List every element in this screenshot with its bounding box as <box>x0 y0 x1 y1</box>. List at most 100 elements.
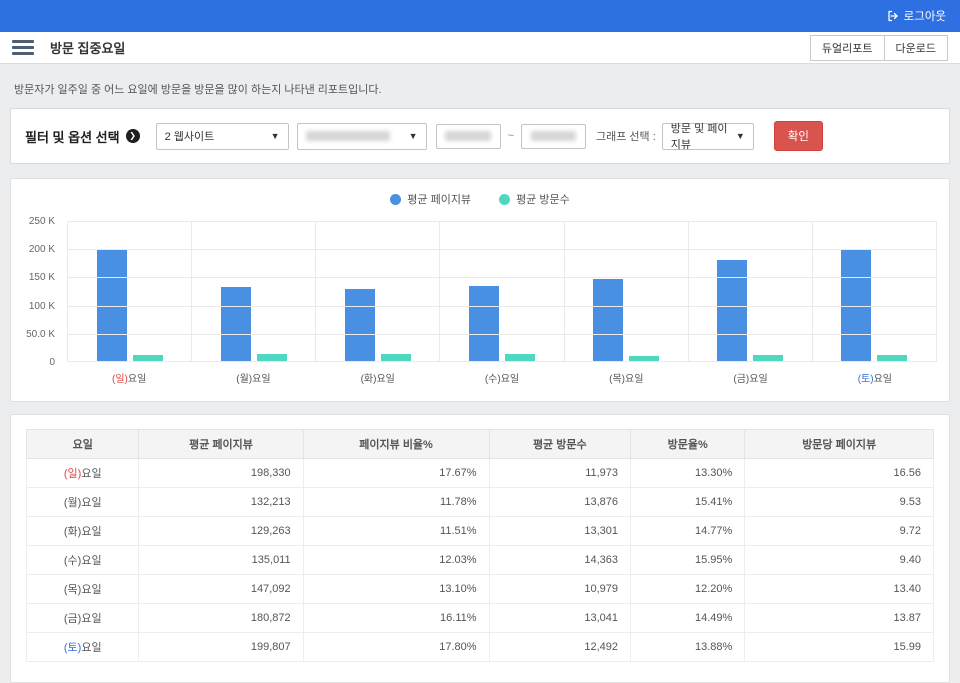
table-row: (토)요일199,80717.80%12,49213.88%15.99 <box>27 633 934 662</box>
value-cell: 11.51% <box>303 517 489 546</box>
y-axis-tick: 200 K <box>11 244 55 255</box>
day-suffix: 요일 <box>81 526 101 538</box>
dual-report-button[interactable]: 듀얼리포트 <box>810 35 885 61</box>
report-description: 방문자가 일주일 중 어느 요일에 방문을 방문을 많이 하는지 나타낸 리포트… <box>0 64 960 108</box>
chart-bar-group <box>440 221 564 362</box>
x-axis-label: (목)요일 <box>564 370 688 385</box>
confirm-button[interactable]: 확인 <box>774 121 823 151</box>
date-start-input[interactable] <box>436 124 501 149</box>
value-cell: 12.20% <box>631 575 745 604</box>
value-cell: 14,363 <box>489 546 630 575</box>
day-cell: (목)요일 <box>27 575 139 604</box>
pageview-bar <box>593 279 623 362</box>
chart-bar-group <box>316 221 440 362</box>
table-body: (일)요일198,33017.67%11,97313.30%16.56(월)요일… <box>27 459 934 662</box>
value-cell: 13.87 <box>745 604 934 633</box>
day-suffix: 요일 <box>81 584 101 596</box>
x-axis-label: (월)요일 <box>191 370 315 385</box>
day-suffix: 요일 <box>376 374 394 385</box>
pageview-bar <box>221 287 251 362</box>
column-header: 방문당 페이지뷰 <box>745 430 934 459</box>
profile-select[interactable]: ▼ <box>297 123 427 150</box>
day-suffix: 요일 <box>81 642 101 654</box>
menu-icon[interactable] <box>12 40 34 55</box>
filter-label-text: 필터 및 옵션 선택 <box>25 127 120 146</box>
date-range-separator: ~ <box>508 130 514 142</box>
day-cell: (월)요일 <box>27 488 139 517</box>
value-cell: 180,872 <box>139 604 303 633</box>
legend-label: 평균 페이지뷰 <box>407 191 471 207</box>
y-axis-tick: 100 K <box>11 301 55 312</box>
table-row: (금)요일180,87216.11%13,04114.49%13.87 <box>27 604 934 633</box>
download-button[interactable]: 다운로드 <box>884 35 948 61</box>
website-select-value: 2 웹사이트 <box>165 128 215 144</box>
day-cell: (일)요일 <box>27 459 139 488</box>
day-prefix: (금) <box>733 374 749 385</box>
day-cell: (수)요일 <box>27 546 139 575</box>
day-suffix: 요일 <box>81 497 101 509</box>
day-suffix: 요일 <box>81 468 101 480</box>
day-prefix: (토) <box>64 642 81 654</box>
value-cell: 147,092 <box>139 575 303 604</box>
value-cell: 198,330 <box>139 459 303 488</box>
filter-options-label: 필터 및 옵션 선택 ❯ <box>25 127 140 146</box>
gridline <box>68 361 937 362</box>
chevron-down-icon: ▼ <box>409 131 418 141</box>
value-cell: 9.53 <box>745 488 934 517</box>
redacted-value <box>531 131 576 141</box>
x-axis-label: (토)요일 <box>813 370 937 385</box>
logout-label: 로그아웃 <box>904 8 946 24</box>
x-axis-label: (금)요일 <box>688 370 812 385</box>
table-row: (목)요일147,09213.10%10,97912.20%13.40 <box>27 575 934 604</box>
value-cell: 132,213 <box>139 488 303 517</box>
chevron-right-circle-icon: ❯ <box>126 129 140 143</box>
day-prefix: (목) <box>609 374 625 385</box>
y-axis-tick: 150 K <box>11 272 55 283</box>
value-cell: 17.67% <box>303 459 489 488</box>
value-cell: 12,492 <box>489 633 630 662</box>
day-cell: (금)요일 <box>27 604 139 633</box>
table-row: (월)요일132,21311.78%13,87615.41%9.53 <box>27 488 934 517</box>
graph-type-select[interactable]: 방문 및 페이지뷰 ▼ <box>662 123 754 150</box>
value-cell: 16.11% <box>303 604 489 633</box>
graph-select-label: 그래프 선택 : <box>596 128 656 144</box>
day-prefix: (목) <box>64 584 81 596</box>
table-row: (일)요일198,33017.67%11,97313.30%16.56 <box>27 459 934 488</box>
value-cell: 15.41% <box>631 488 745 517</box>
day-suffix: 요일 <box>128 374 146 385</box>
day-prefix: (화) <box>64 526 81 538</box>
bar-chart: 250 K200 K150 K100 K50.0 K0 (일)요일(월)요일(화… <box>11 219 949 391</box>
page-title: 방문 집중요일 <box>50 38 125 57</box>
day-suffix: 요일 <box>625 374 643 385</box>
value-cell: 11,973 <box>489 459 630 488</box>
table-row: (화)요일129,26311.51%13,30114.77%9.72 <box>27 517 934 546</box>
value-cell: 15.95% <box>631 546 745 575</box>
date-end-input[interactable] <box>521 124 586 149</box>
day-suffix: 요일 <box>81 613 101 625</box>
website-select[interactable]: 2 웹사이트 ▼ <box>156 123 289 150</box>
chart-bar-group <box>813 221 937 362</box>
x-axis-label: (일)요일 <box>67 370 191 385</box>
x-axis-label: (수)요일 <box>440 370 564 385</box>
day-suffix: 요일 <box>749 374 767 385</box>
gridline <box>68 277 937 278</box>
stats-table: 요일평균 페이지뷰페이지뷰 비율%평균 방문수방문율%방문당 페이지뷰 (일)요… <box>26 429 934 662</box>
gridline <box>68 221 937 222</box>
redacted-value <box>306 131 390 141</box>
legend-dot-icon <box>390 194 401 205</box>
data-table-card: 요일평균 페이지뷰페이지뷰 비율%평균 방문수방문율%방문당 페이지뷰 (일)요… <box>10 414 950 683</box>
value-cell: 13,876 <box>489 488 630 517</box>
chart-bar-groups <box>68 221 937 362</box>
table-row: (수)요일135,01112.03%14,36315.95%9.40 <box>27 546 934 575</box>
value-cell: 14.49% <box>631 604 745 633</box>
value-cell: 17.80% <box>303 633 489 662</box>
day-suffix: 요일 <box>252 374 270 385</box>
chevron-down-icon: ▼ <box>736 131 745 141</box>
logout-button[interactable]: 로그아웃 <box>887 8 946 24</box>
redacted-value <box>445 131 490 141</box>
legend-dot-icon <box>499 194 510 205</box>
header-buttons: 듀얼리포트 다운로드 <box>810 35 948 61</box>
column-header: 평균 페이지뷰 <box>139 430 303 459</box>
day-suffix: 요일 <box>874 374 892 385</box>
gridline <box>68 249 937 250</box>
